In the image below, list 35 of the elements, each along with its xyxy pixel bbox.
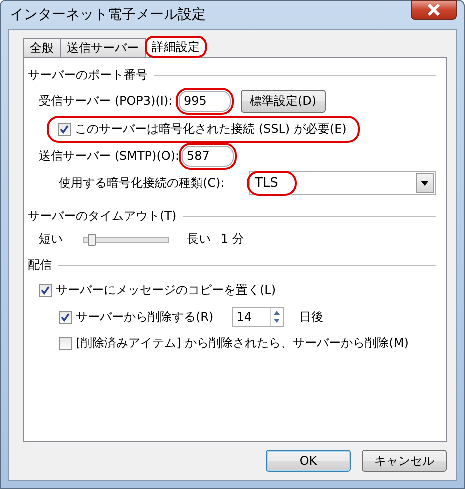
dialog-button[interactable]: キャンセル bbox=[362, 450, 447, 472]
section-heading: サーバーのポート番号 bbox=[28, 66, 148, 84]
section-heading: サーバーのタイムアウト(T) bbox=[28, 208, 177, 224]
checkbox-label: サーバーから削除する(R) bbox=[76, 308, 214, 326]
field-label: 受信サーバー (POP3)(I): bbox=[39, 93, 174, 110]
encryption-dropdown[interactable]: TLS bbox=[249, 171, 436, 195]
default-settings-button[interactable]: 標準設定(D) bbox=[241, 90, 326, 113]
close-icon bbox=[427, 4, 441, 16]
field-label: 使用する暗号化接続の種類(C): bbox=[59, 174, 226, 192]
dialog-button[interactable]: OK bbox=[266, 450, 351, 472]
checkbox[interactable] bbox=[58, 123, 71, 136]
timeout-reading: 1 分 bbox=[221, 231, 244, 248]
checkbox-label: このサーバーは暗号化された接続 (SSL) が必要(E) bbox=[75, 121, 347, 138]
checkbox-label: サーバーにメッセージのコピーを置く(L) bbox=[56, 282, 276, 299]
slider-label: 長い bbox=[187, 231, 211, 248]
days-spin-field[interactable]: 14 bbox=[232, 307, 284, 327]
dropdown-value: TLS bbox=[250, 174, 294, 192]
checkbox[interactable] bbox=[59, 337, 72, 350]
tab[interactable]: 詳細設定 bbox=[145, 36, 207, 58]
checkbox-label: [削除済みアイテム] から削除されたら、サーバーから削除(M) bbox=[76, 335, 409, 352]
days-suffix: 日後 bbox=[300, 308, 324, 326]
slider-thumb[interactable] bbox=[88, 234, 96, 246]
dropdown-arrow-icon bbox=[421, 180, 429, 186]
ssl-checkbox-row[interactable]: このサーバーは暗号化された接続 (SSL) が必要(E) bbox=[50, 119, 357, 140]
field-label: 送信サーバー (SMTP)(O): bbox=[39, 148, 181, 165]
port-field[interactable]: 587 bbox=[182, 146, 234, 167]
tab[interactable]: 全般 bbox=[23, 38, 61, 57]
checkbox[interactable] bbox=[39, 284, 52, 297]
close-button[interactable] bbox=[411, 0, 457, 20]
slider-label: 短い bbox=[39, 231, 63, 248]
window-title: インターネット電子メール設定 bbox=[9, 6, 206, 24]
section-heading: 配信 bbox=[28, 256, 52, 274]
tab[interactable]: 送信サーバー bbox=[60, 38, 146, 57]
port-field[interactable]: 995 bbox=[179, 91, 231, 112]
checkbox[interactable] bbox=[59, 310, 72, 324]
